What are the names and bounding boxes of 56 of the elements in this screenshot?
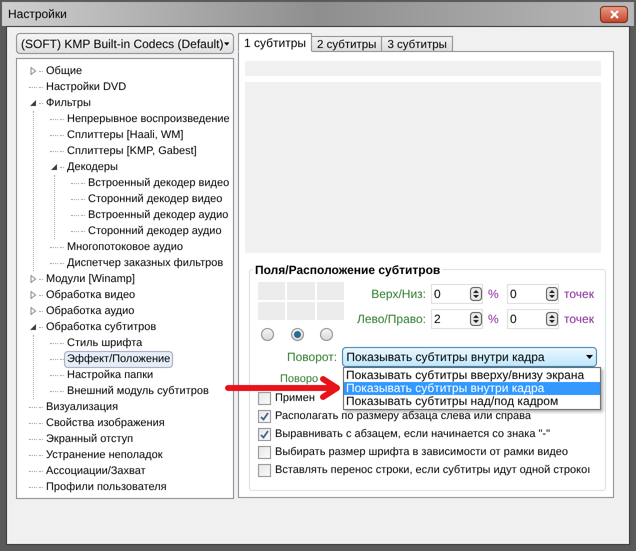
- checkbox-label: Располагать по размеру абзаца слева или справа: [275, 408, 531, 424]
- margin-label: Верх/Низ:: [370, 286, 426, 303]
- unit-label: точек: [564, 286, 594, 303]
- tree-item[interactable]: Сплиттеры [KMP, Gabest]: [64, 142, 200, 160]
- checkbox-label: Примен: [275, 390, 315, 406]
- tree-item[interactable]: Общие: [43, 62, 86, 80]
- spin-value: 2: [434, 311, 442, 328]
- tree-item[interactable]: Свойства изображения: [43, 414, 168, 432]
- tree-item[interactable]: Настройка папки: [64, 366, 156, 384]
- tree-item[interactable]: Сторонний декодер видео: [85, 190, 226, 208]
- spin-value: 0: [434, 286, 442, 303]
- tree-item[interactable]: Сплиттеры [Haali, WM]: [64, 126, 186, 144]
- tree-item[interactable]: Многопотоковое аудио: [64, 238, 186, 256]
- tree-item[interactable]: Непрерывное воспроизведение: [64, 110, 233, 128]
- number-spin-field[interactable]: 2: [431, 309, 483, 329]
- tab[interactable]: 3 субтитры: [381, 36, 453, 52]
- unit-label: точек: [564, 311, 594, 328]
- tree-item[interactable]: Встроенный декодер аудио: [85, 206, 232, 224]
- rotation-label: Поворот:: [287, 349, 338, 366]
- tree-item[interactable]: Обработка видео: [43, 286, 138, 304]
- unit-label: %: [488, 311, 500, 328]
- margin-label: Лево/Право:: [356, 311, 426, 328]
- tree-item[interactable]: Декодеры: [64, 158, 121, 176]
- dropdown-option[interactable]: Показывать субтитры вверху/внизу экрана: [344, 369, 600, 382]
- tree-item[interactable]: Обработка субтитров: [43, 318, 160, 336]
- spin-value: 0: [510, 286, 518, 303]
- tree-item[interactable]: Визуализация: [43, 398, 122, 416]
- rotation-label: Поворо: [280, 373, 318, 385]
- window-title: Настройки: [8, 6, 67, 23]
- tree-item[interactable]: Сторонний декодер аудио: [85, 222, 225, 240]
- tree-item[interactable]: Стиль шрифта: [64, 334, 146, 352]
- checkbox-label: Выбирать размер шрифта в зависимости от рамки видео: [275, 444, 568, 460]
- codec-select[interactable]: (SOFT) KMP Built-in Codecs (Default): [16, 33, 234, 54]
- checkbox-label: Вставлять перенос строки, если субтитры идут одной строкоı: [275, 462, 590, 478]
- tree-item[interactable]: Внешний модуль субтитров: [64, 382, 212, 400]
- tree-item[interactable]: Обработка аудио: [43, 302, 138, 320]
- tree-item[interactable]: Устранение неполадок: [43, 446, 166, 464]
- number-spin-field[interactable]: 0: [431, 284, 483, 304]
- unit-label: %: [488, 286, 500, 303]
- tree-item[interactable]: Профили пользователя: [43, 478, 170, 496]
- number-spin-field[interactable]: 0: [507, 284, 559, 304]
- tree-item[interactable]: Экранный отступ: [43, 430, 136, 448]
- tab[interactable]: 2 субтитры: [311, 36, 382, 52]
- number-spin-field[interactable]: 0: [507, 309, 559, 329]
- tree-item[interactable]: Модули [Winamp]: [43, 270, 138, 288]
- rotation-select[interactable]: Показывать субтитры внутри кадра: [342, 347, 597, 367]
- checkbox-label: Выравнивать с абзацем, если начинается со знака "-": [275, 426, 550, 442]
- tree-item[interactable]: Фильтры: [43, 94, 94, 112]
- tree-item[interactable]: Эффект/Положение: [64, 350, 174, 368]
- tree-item[interactable]: Диспетчер заказных фильтров: [64, 254, 226, 272]
- dropdown-option[interactable]: Показывать субтитры над/под кадром: [344, 395, 600, 408]
- tree-item[interactable]: Встроенный декодер видео: [85, 174, 232, 192]
- tab[interactable]: 1 субтитры: [238, 33, 312, 52]
- tree-item[interactable]: Ассоциации/Захват: [43, 462, 149, 480]
- tree-item[interactable]: Настройки DVD: [43, 78, 130, 96]
- spin-value: 0: [510, 311, 518, 328]
